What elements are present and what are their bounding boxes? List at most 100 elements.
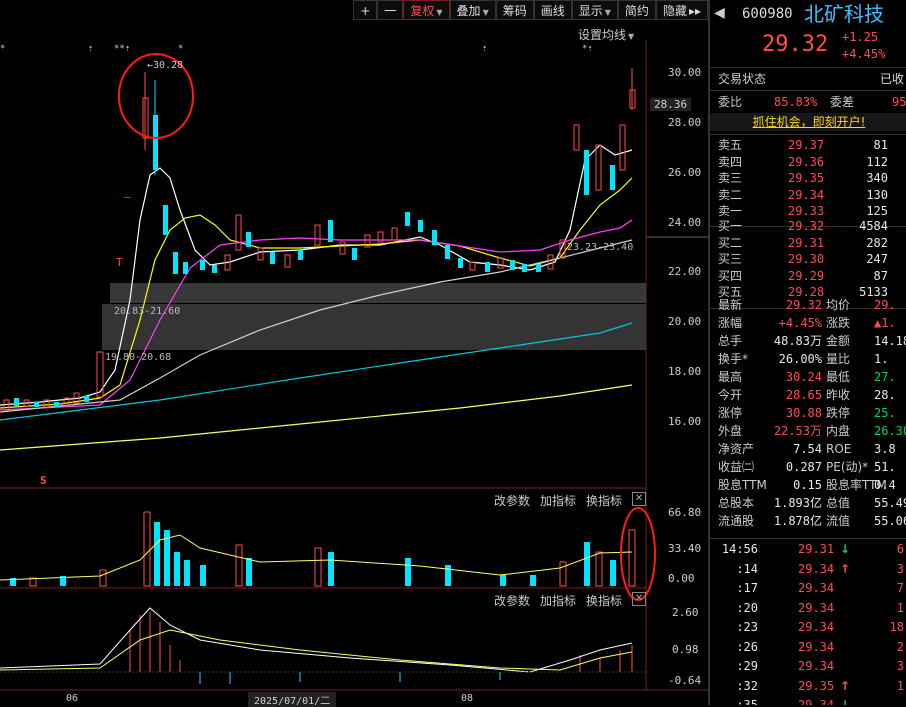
close-icon[interactable]: ✕ bbox=[632, 492, 647, 506]
stat-label: 涨停 bbox=[718, 406, 743, 420]
stat-value: 30.24 bbox=[785, 370, 822, 384]
tick-volume: 3 bbox=[896, 561, 904, 576]
tick-volume: 7 bbox=[896, 581, 904, 595]
stat-value: 0.287 bbox=[785, 460, 822, 474]
stock-name: 北矿科技 bbox=[804, 2, 884, 26]
event-marker-2: ⇡ bbox=[482, 44, 488, 54]
candlesticks bbox=[3, 68, 636, 411]
stat-value: 0.15 bbox=[793, 478, 822, 492]
sell-level-label: 卖三 bbox=[718, 171, 743, 185]
price-change-pct: +4.45% bbox=[842, 47, 886, 61]
stat-value: 51. bbox=[874, 460, 896, 474]
stat-label: 涨幅 bbox=[718, 316, 743, 330]
macd-tick: 0.98 bbox=[672, 643, 699, 656]
stat-label: ROE bbox=[826, 442, 852, 456]
open-account-link[interactable]: 抓住机会，即刻开户! bbox=[710, 113, 906, 131]
last-price: 29.32 bbox=[762, 32, 829, 57]
buy-level-volume: 4584 bbox=[859, 219, 888, 233]
stat-label: 总股本 bbox=[718, 496, 755, 510]
weibi-value: 85.83% bbox=[774, 95, 818, 109]
kline-chart-area[interactable]: + 一 复权▼ 叠加▼ 筹码 画线 显示▼ 简约 隐藏▸▸ 设置均线▼ bbox=[0, 0, 708, 707]
switch-indicator-button[interactable]: 换指标 bbox=[586, 492, 622, 509]
macd-dif-line bbox=[0, 607, 633, 673]
stat-value: 1.893亿 bbox=[773, 496, 822, 510]
tick-direction-icon: ↑ bbox=[840, 678, 851, 693]
buy-level-price[interactable]: 29.32 bbox=[788, 218, 824, 234]
change-params-button[interactable]: 改参数 bbox=[494, 492, 530, 509]
tick-price: 29.34 bbox=[798, 659, 835, 673]
tick-price: 29.34 bbox=[798, 639, 835, 654]
stat-value: 29.32 bbox=[785, 298, 822, 312]
collapse-icon[interactable]: ◀ bbox=[714, 4, 725, 22]
tick-time: :29 bbox=[736, 659, 758, 673]
stat-label: 最新 bbox=[718, 298, 743, 312]
support-zone-upper bbox=[110, 283, 646, 303]
tick-price: 29.35 bbox=[798, 678, 835, 693]
add-indicator-button[interactable]: 加指标 bbox=[540, 592, 576, 609]
sell-level-price[interactable]: 29.37 bbox=[788, 137, 824, 153]
tick-volume: 3 bbox=[896, 659, 904, 673]
tick-direction-icon: ↓ bbox=[840, 542, 851, 556]
sell-level-label: 卖五 bbox=[718, 138, 743, 152]
sell-level-price[interactable]: 29.33 bbox=[788, 203, 824, 219]
buy-level-price[interactable]: 29.29 bbox=[788, 268, 824, 284]
add-indicator-button[interactable]: 加指标 bbox=[540, 492, 576, 509]
stat-label: 换手* bbox=[718, 352, 749, 366]
sell-level-volume: 112 bbox=[866, 154, 888, 169]
sell-level-volume: 81 bbox=[873, 138, 888, 152]
buy-level-label: 买一 bbox=[718, 219, 743, 233]
stat-label: 内盘 bbox=[826, 424, 851, 438]
tick-volume: 1 bbox=[896, 600, 904, 615]
vol-tick: 66.80 bbox=[668, 506, 702, 519]
close-icon[interactable]: ✕ bbox=[632, 592, 647, 606]
sell-level-price[interactable]: 29.34 bbox=[788, 187, 824, 203]
vol-tick: 0.00 bbox=[668, 572, 695, 585]
stat-value: 28.65 bbox=[785, 388, 822, 402]
divider bbox=[710, 67, 906, 68]
tick-price: 29.31 bbox=[798, 542, 835, 556]
tick-price: 29.34 bbox=[798, 581, 835, 595]
buy-level-price[interactable]: 29.31 bbox=[788, 235, 824, 251]
tick-price: 29.34 bbox=[798, 561, 835, 576]
sell-level-label: 卖二 bbox=[718, 187, 743, 202]
stat-value: 0.4 bbox=[874, 478, 896, 492]
stat-value: 3.8 bbox=[874, 442, 896, 456]
price-change: +1.25 bbox=[842, 30, 879, 44]
sell-level-price[interactable]: 29.35 bbox=[788, 170, 824, 186]
sell-signal-mark: S bbox=[40, 474, 47, 487]
stat-label: 净资产 bbox=[718, 442, 755, 456]
divider bbox=[710, 90, 906, 91]
ma120-line bbox=[0, 384, 633, 451]
tick-time: :20 bbox=[736, 600, 758, 615]
zone-label-right: 23.23-23.40 bbox=[567, 242, 634, 253]
tick-price: 29.34 bbox=[798, 698, 835, 705]
dash-signal-mark: — bbox=[124, 190, 131, 203]
ma5-line bbox=[0, 144, 633, 406]
zone-label-lower: 19.80-20.68 bbox=[105, 352, 172, 363]
stat-label: 流通股 bbox=[718, 514, 755, 528]
price-tick: 20.00 bbox=[668, 315, 702, 328]
trade-status-value: 已收 bbox=[880, 72, 905, 86]
buy-level-volume: 247 bbox=[866, 252, 888, 266]
stat-label: 金额 bbox=[826, 334, 851, 348]
buy-level-volume: 87 bbox=[873, 268, 888, 283]
change-params-button[interactable]: 改参数 bbox=[494, 592, 530, 609]
switch-indicator-button[interactable]: 换指标 bbox=[586, 592, 622, 609]
stat-value: 29. bbox=[874, 298, 896, 312]
stat-label: 涨跌 bbox=[826, 316, 851, 330]
price-tick: 30.00 bbox=[668, 66, 702, 79]
quote-panel: ◀ 600980 北矿科技 29.32 +1.25 +4.45% 交易状态 已收… bbox=[708, 0, 906, 705]
weicha-value: 95 bbox=[892, 95, 906, 109]
stat-value: +4.45% bbox=[778, 316, 822, 330]
stat-label: PE(动)* bbox=[826, 460, 869, 474]
event-star-2: **⇡ bbox=[114, 44, 131, 54]
stat-value: 1.878亿 bbox=[773, 514, 822, 528]
tick-time: :14 bbox=[736, 561, 758, 576]
sell-level-price[interactable]: 29.36 bbox=[788, 154, 824, 170]
sell-level-volume: 340 bbox=[866, 171, 888, 185]
macd-tick: -0.64 bbox=[668, 674, 702, 687]
buy-level-price[interactable]: 29.30 bbox=[788, 251, 824, 267]
stat-value: 27. bbox=[874, 370, 896, 384]
stock-code: 600980 bbox=[742, 6, 793, 22]
event-star-3: * bbox=[178, 44, 184, 54]
